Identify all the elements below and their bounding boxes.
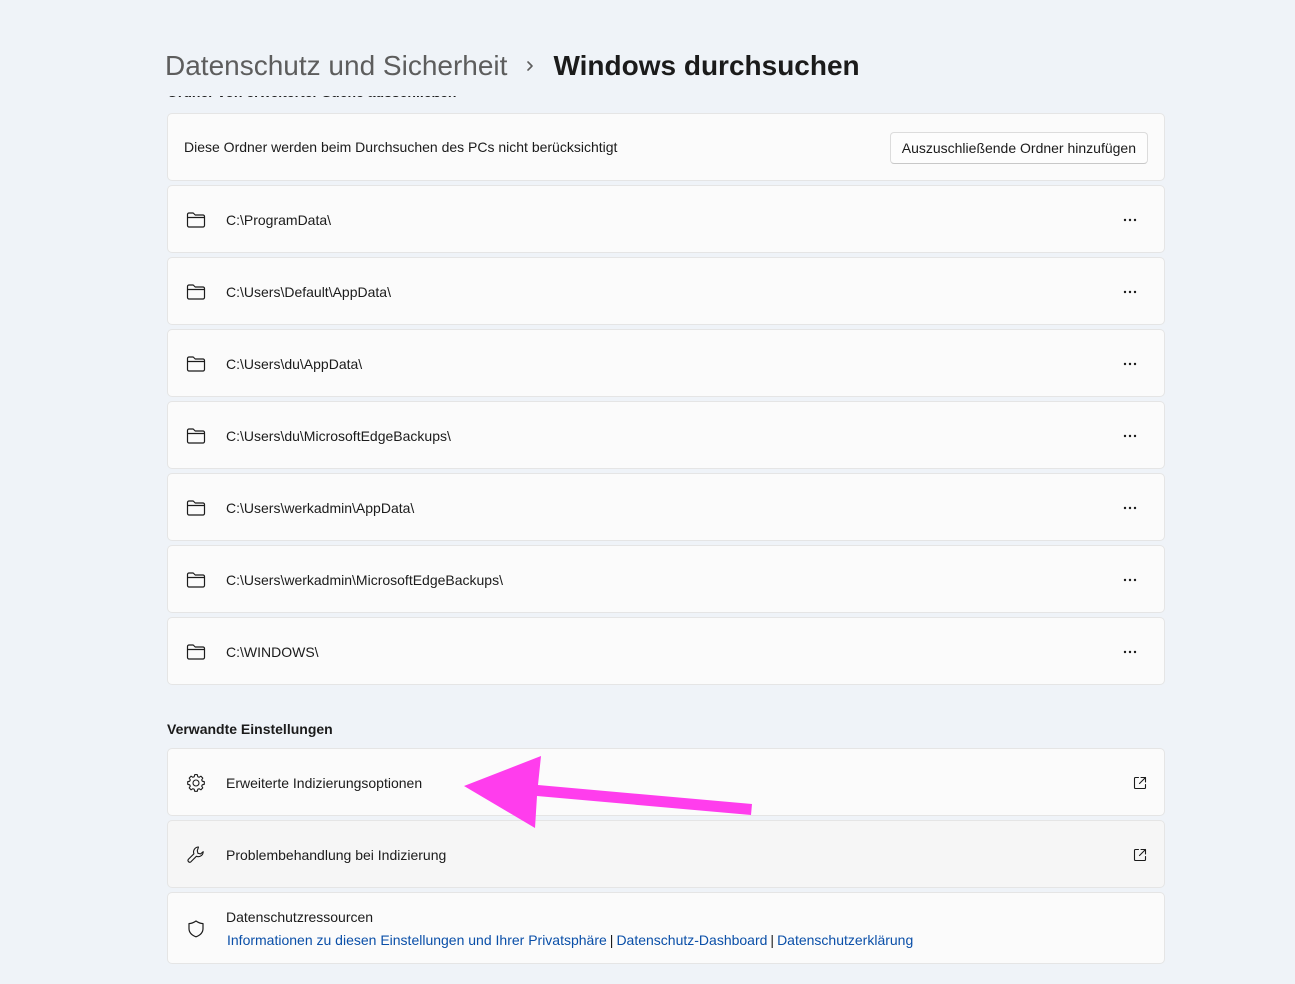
exclude-info-card: Diese Ordner werden beim Durchsuchen des… (167, 113, 1165, 181)
more-horizontal-icon (1123, 290, 1137, 294)
more-options-button[interactable] (1114, 636, 1146, 668)
folder-path: C:\Users\werkadmin\AppData\ (226, 500, 415, 516)
breadcrumb-parent-link[interactable]: Datenschutz und Sicherheit (165, 44, 507, 88)
more-horizontal-icon (1123, 650, 1137, 654)
more-horizontal-icon (1123, 362, 1137, 366)
settings-page: Datenschutz und Sicherheit Windows durch… (0, 0, 1295, 984)
wrench-icon (185, 844, 207, 866)
folder-row: C:\Users\werkadmin\MicrosoftEdgeBackups\ (167, 545, 1165, 613)
link-separator: | (770, 932, 775, 948)
folder-path: C:\ProgramData\ (226, 212, 332, 228)
related-item-label: Problembehandlung bei Indizierung (226, 847, 447, 863)
folder-row: C:\WINDOWS\ (167, 617, 1165, 685)
folder-row: C:\Users\du\AppData\ (167, 329, 1165, 397)
more-options-button[interactable] (1114, 564, 1146, 596)
pointer-arrow-icon (464, 756, 752, 828)
more-options-button[interactable] (1114, 204, 1146, 236)
more-options-button[interactable] (1114, 420, 1146, 452)
exclude-info-text: Diese Ordner werden beim Durchsuchen des… (184, 139, 618, 155)
folder-path: C:\Users\du\AppData\ (226, 356, 363, 372)
more-horizontal-icon (1123, 434, 1137, 438)
folder-icon (185, 497, 207, 519)
more-horizontal-icon (1123, 506, 1137, 510)
folder-path: C:\Users\Default\AppData\ (226, 284, 391, 300)
folder-row: C:\Users\du\MicrosoftEdgeBackups\ (167, 401, 1165, 469)
privacy-statement-link[interactable]: Datenschutzerklärung (777, 932, 913, 948)
folder-icon (185, 209, 207, 231)
related-item-label: Erweiterte Indizierungsoptionen (226, 775, 423, 791)
more-horizontal-icon (1123, 578, 1137, 582)
chevron-right-icon (507, 44, 553, 88)
folder-row: C:\Users\Default\AppData\ (167, 257, 1165, 325)
shield-icon (185, 918, 207, 940)
folder-path: C:\Users\du\MicrosoftEdgeBackups\ (226, 428, 451, 444)
related-settings-title: Verwandte Einstellungen (167, 721, 333, 737)
privacy-links: Informationen zu diesen Einstellungen un… (227, 932, 913, 948)
folder-path: C:\WINDOWS\ (226, 644, 319, 660)
folder-icon (185, 353, 207, 375)
link-separator: | (609, 932, 614, 948)
gear-icon (185, 772, 207, 794)
external-link-icon (1132, 847, 1148, 863)
folder-icon (185, 641, 207, 663)
folder-icon (185, 281, 207, 303)
privacy-dashboard-link[interactable]: Datenschutz-Dashboard (616, 932, 767, 948)
privacy-resources-card: Datenschutzressourcen Informationen zu d… (167, 892, 1165, 964)
folder-icon (185, 569, 207, 591)
more-horizontal-icon (1123, 218, 1137, 222)
privacy-resources-title: Datenschutzressourcen (226, 909, 374, 925)
more-options-button[interactable] (1114, 492, 1146, 524)
external-link-icon (1132, 775, 1148, 791)
add-excluded-folder-button[interactable]: Auszuschließende Ordner hinzufügen (889, 132, 1148, 164)
privacy-info-link[interactable]: Informationen zu diesen Einstellungen un… (227, 932, 607, 948)
breadcrumb: Datenschutz und Sicherheit Windows durch… (165, 44, 860, 88)
folder-row: C:\ProgramData\ (167, 185, 1165, 253)
folder-icon (185, 425, 207, 447)
folder-row: C:\Users\werkadmin\AppData\ (167, 473, 1165, 541)
more-options-button[interactable] (1114, 276, 1146, 308)
folder-path: C:\Users\werkadmin\MicrosoftEdgeBackups\ (226, 572, 503, 588)
more-options-button[interactable] (1114, 348, 1146, 380)
page-title: Windows durchsuchen (553, 50, 860, 81)
